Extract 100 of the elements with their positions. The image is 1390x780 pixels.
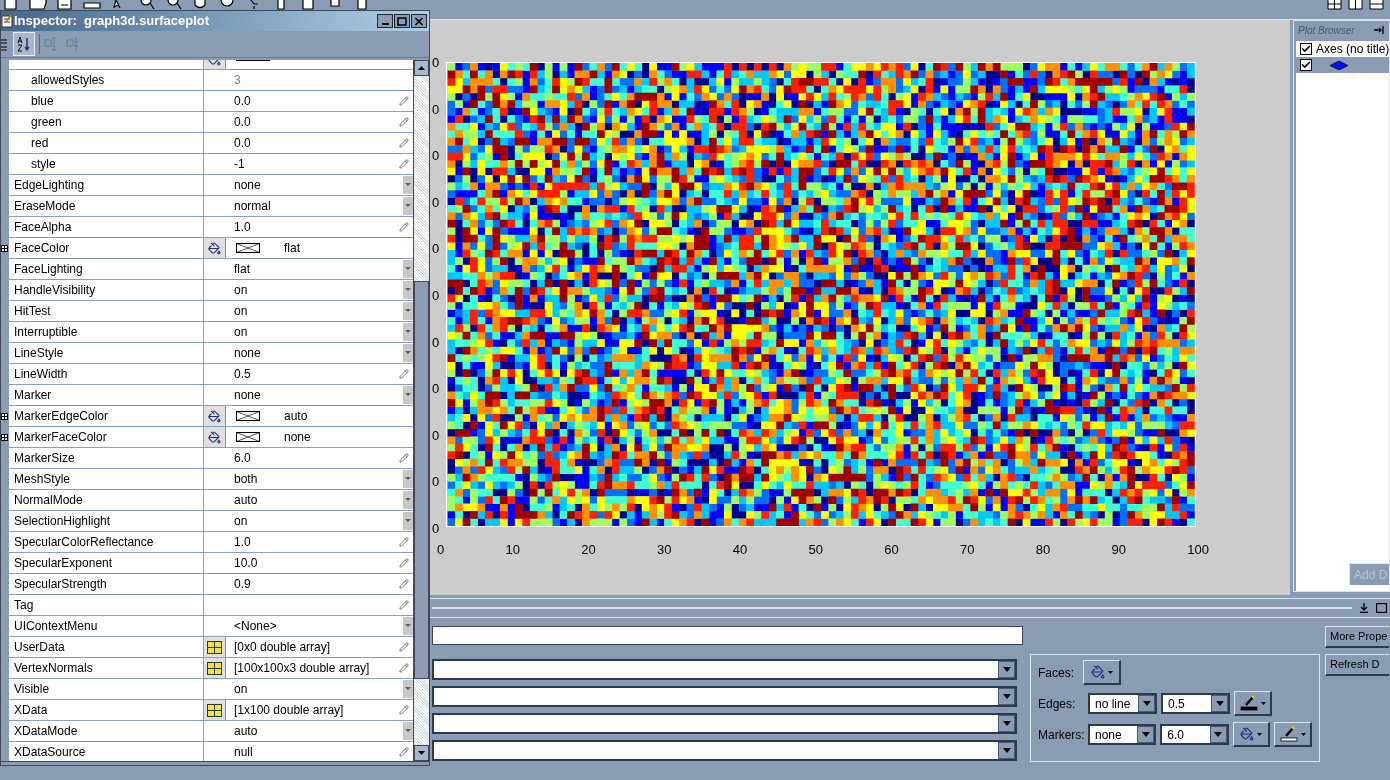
array-editor-button[interactable] [204, 700, 226, 720]
property-row[interactable]: MarkerFaceColor none [1, 427, 413, 448]
property-value: flat [284, 240, 300, 257]
pencil-icon[interactable] [399, 159, 409, 169]
line-color-button[interactable] [1234, 691, 1272, 716]
checkbox[interactable] [1300, 59, 1312, 71]
dock-icon[interactable] [1360, 603, 1368, 613]
property-row[interactable]: MeshStyle both [1, 469, 413, 490]
property-row[interactable]: Tag [1, 595, 413, 616]
paint-bucket-icon [208, 409, 221, 423]
property-row[interactable]: UserData [0x0 double array] [1, 637, 413, 658]
fill-color-button[interactable] [1083, 660, 1121, 685]
paint-bucket-button[interactable] [204, 238, 226, 258]
property-row[interactable]: SpecularStrength 0.9 [1, 574, 413, 595]
property-name: allowedStyles [31, 72, 105, 89]
property-row[interactable]: green 0.0 [1, 112, 413, 133]
pencil-icon[interactable] [399, 642, 409, 652]
property-row[interactable]: red 0.0 [1, 133, 413, 154]
property-row[interactable]: XDataMode auto [1, 721, 413, 742]
pencil-icon[interactable] [399, 369, 409, 379]
plot-browser-item[interactable] [1296, 57, 1389, 73]
property-row[interactable]: NormalMode auto [1, 490, 413, 511]
color-swatch-icon [236, 411, 260, 421]
pencil-icon[interactable] [399, 138, 409, 148]
layout-icon[interactable] [1369, 0, 1384, 10]
property-row[interactable]: MarkerEdgeColor auto [1, 406, 413, 427]
layout-icon[interactable] [1348, 0, 1363, 10]
dropdown-field[interactable] [432, 659, 1017, 680]
pencil-icon[interactable] [399, 96, 409, 106]
property-row[interactable]: VertexNormals [100x100x3 double array] [1, 658, 413, 679]
expand-icon[interactable] [1, 433, 8, 441]
property-row[interactable]: HandleVisibility on [1, 280, 413, 301]
dropdown-field[interactable] [432, 713, 1017, 734]
pencil-icon[interactable] [399, 579, 409, 589]
pencil-icon[interactable] [399, 537, 409, 547]
paint-bucket-button[interactable] [204, 427, 226, 447]
sort-alphabetical-button[interactable] [13, 32, 35, 56]
close-button[interactable] [411, 14, 427, 28]
property-row[interactable]: EdgeLighting none [1, 175, 413, 196]
dropdown-field[interactable] [432, 686, 1017, 707]
refresh-button[interactable]: Refresh D [1325, 654, 1389, 676]
property-row[interactable]: XDataSource null [1, 742, 413, 761]
property-row[interactable]: SelectionHighlight on [1, 511, 413, 532]
minimize-button[interactable] [377, 14, 393, 28]
checkbox[interactable] [1300, 43, 1312, 55]
scroll-up-icon[interactable] [414, 60, 429, 76]
array-editor-button[interactable] [204, 658, 226, 678]
property-row[interactable]: style -1 [1, 154, 413, 175]
dropdown-field[interactable]: none [1088, 724, 1157, 745]
property-value: 0.0 [234, 135, 251, 152]
dropdown-value: 6.0 [1166, 726, 1185, 744]
pencil-icon[interactable] [399, 705, 409, 715]
pencil-icon[interactable] [399, 117, 409, 127]
undock-icon[interactable] [1374, 26, 1384, 34]
pencil-icon[interactable] [399, 600, 409, 610]
line-color-button[interactable] [1274, 722, 1312, 747]
property-row[interactable]: MarkerSize 6.0 [1, 448, 413, 469]
scroll-thumb[interactable] [414, 281, 429, 679]
scroll-down-icon[interactable] [414, 745, 429, 761]
y-tick-label: 0 [432, 56, 441, 70]
property-name: UIContextMenu [14, 618, 98, 635]
property-row[interactable]: Visible on [1, 679, 413, 700]
more-properties-button[interactable]: More Prope [1325, 626, 1389, 648]
property-row[interactable]: EraseMode normal [1, 196, 413, 217]
pencil-icon[interactable] [399, 663, 409, 673]
name-field[interactable] [432, 626, 1023, 645]
property-row[interactable]: HitTest on [1, 301, 413, 322]
property-row[interactable]: LineWidth 0.5 [1, 364, 413, 385]
array-editor-button[interactable] [204, 637, 226, 657]
property-row[interactable]: FaceColor flat [1, 238, 413, 259]
fill-color-button[interactable] [1232, 722, 1271, 747]
property-row[interactable]: blue 0.0 [1, 91, 413, 112]
property-row[interactable]: SpecularExponent 10.0 [1, 553, 413, 574]
property-row[interactable]: FaceAlpha 1.0 [1, 217, 413, 238]
maximize-icon[interactable] [1376, 603, 1387, 613]
plot-browser-item[interactable]: Axes (no title) [1296, 41, 1389, 57]
property-value: on [234, 282, 248, 299]
property-row[interactable]: SpecularColorReflectance 1.0 [1, 532, 413, 553]
paint-bucket-button[interactable] [204, 406, 226, 426]
dropdown-field[interactable] [432, 740, 1017, 761]
property-row[interactable]: FaceLighting flat [1, 259, 413, 280]
pencil-icon[interactable] [399, 558, 409, 568]
dropdown-field[interactable]: 6.0 [1160, 724, 1229, 745]
pencil-icon[interactable] [399, 747, 409, 757]
dropdown-field[interactable]: 0.5 [1161, 693, 1230, 714]
property-row[interactable]: Interruptible on [1, 322, 413, 343]
maximize-button[interactable] [394, 14, 410, 28]
scrollbar[interactable] [413, 60, 429, 761]
dropdown-field[interactable]: no line [1088, 693, 1157, 714]
pencil-icon[interactable] [399, 453, 409, 463]
layout-icon[interactable] [1327, 0, 1342, 10]
expand-icon[interactable] [1, 244, 8, 252]
property-value: 1.0 [234, 534, 251, 551]
property-row[interactable]: allowedStyles 3 [1, 70, 413, 91]
property-row[interactable]: LineStyle none [1, 343, 413, 364]
property-row[interactable]: Marker none [1, 385, 413, 406]
pencil-icon[interactable] [399, 222, 409, 232]
expand-icon[interactable] [1, 412, 8, 420]
property-row[interactable]: UIContextMenu <None> [1, 616, 413, 637]
property-row[interactable]: XData [1x100 double array] [1, 700, 413, 721]
